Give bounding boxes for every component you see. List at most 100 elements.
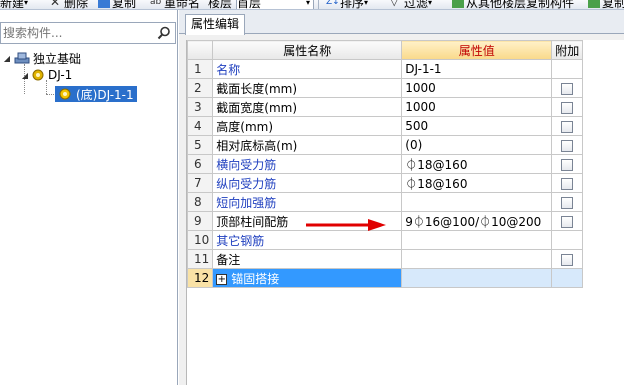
property-value-cell[interactable]: ⏀18@160 xyxy=(401,154,553,174)
attach-cell xyxy=(551,97,584,117)
header-property-name[interactable]: 属性名称 xyxy=(212,40,403,60)
property-name-cell[interactable]: 横向受力筋 xyxy=(212,154,403,174)
search-icon[interactable] xyxy=(157,26,171,40)
chevron-down-icon: ▾ xyxy=(305,0,310,7)
attach-checkbox[interactable] xyxy=(561,120,574,133)
floor-select-value: 首层 xyxy=(237,0,262,10)
property-value-cell[interactable] xyxy=(401,192,553,212)
property-name-label: 备注 xyxy=(216,252,241,267)
delete-button[interactable]: ✕ 删除 xyxy=(50,0,88,9)
search-input[interactable] xyxy=(3,25,151,41)
tab-property-edit[interactable]: 属性编辑 xyxy=(185,14,246,35)
toolbar: 新建 ▾ ✕ 删除 复制 ab 重命名 楼层 首层 ▾ Z↓ 排序 ▾ ▽ 过滤 ▾ … xyxy=(0,0,624,10)
property-value-cell[interactable]: 1000 xyxy=(401,97,553,117)
table-row[interactable]: 4 高度(mm) 500 xyxy=(186,116,584,136)
tree-node-dj1[interactable]: ◢ DJ-1 xyxy=(20,67,72,83)
copy-from-other-floor-button[interactable]: 从其他楼层复制构件 xyxy=(452,0,575,10)
row-number: 7 xyxy=(186,173,214,193)
table-row[interactable]: 12 + 锚固搭接 xyxy=(186,268,584,288)
property-name-cell[interactable]: 截面长度(mm) xyxy=(212,78,403,98)
component-tree-panel: ◢ 独立基础 ◢ DJ-1 (底)DJ-1-1 xyxy=(0,10,178,385)
table-row[interactable]: 2 截面长度(mm) 1000 xyxy=(186,78,584,98)
row-number: 11 xyxy=(186,249,214,269)
gear-icon xyxy=(59,88,71,100)
property-name-cell[interactable]: + 锚固搭接 xyxy=(212,268,403,288)
row-number: 1 xyxy=(186,59,214,79)
row-number: 5 xyxy=(186,135,214,155)
property-name-label: 顶部柱间配筋 xyxy=(216,214,289,229)
new-label: 新建 xyxy=(0,0,25,10)
property-name-cell[interactable]: 短向加强筋 xyxy=(212,192,403,212)
property-value-cell[interactable]: 500 xyxy=(401,116,553,136)
property-value-cell[interactable] xyxy=(401,249,553,269)
copy-label: 复制 xyxy=(112,0,137,10)
copy-floor-icon xyxy=(452,0,464,8)
table-row[interactable]: 11 备注 xyxy=(186,249,584,269)
property-value-cell[interactable]: 9⏀16@100/⏀10@200 xyxy=(401,211,553,231)
attach-cell xyxy=(551,59,584,79)
tree-node-dj1-1-label: (底)DJ-1-1 xyxy=(76,87,134,102)
property-name-cell[interactable]: 截面宽度(mm) xyxy=(212,97,403,117)
property-name-cell[interactable]: 相对底标高(m) xyxy=(212,135,403,155)
property-name-cell[interactable]: 名称 xyxy=(212,59,403,79)
tab-bar: 属性编辑 xyxy=(179,10,624,35)
table-row[interactable]: 3 截面宽度(mm) 1000 xyxy=(186,97,584,117)
new-button[interactable]: 新建 ▾ xyxy=(0,0,28,10)
attach-cell xyxy=(551,116,584,136)
collapse-triangle-icon[interactable]: ◢ xyxy=(20,71,30,80)
attach-checkbox[interactable] xyxy=(561,139,574,152)
filter-button[interactable]: ▽ 过滤 ▾ xyxy=(390,0,432,9)
tree-node-dj1-label: DJ-1 xyxy=(48,68,73,82)
property-name-cell[interactable]: 其它钢筋 xyxy=(212,230,403,250)
attach-checkbox[interactable] xyxy=(561,196,574,209)
floor-select[interactable]: 首层 ▾ xyxy=(236,0,314,10)
property-name-label: 截面长度(mm) xyxy=(216,81,298,96)
attach-checkbox[interactable] xyxy=(561,215,574,228)
tree-node-dj1-1[interactable]: (底)DJ-1-1 xyxy=(55,86,137,102)
collapse-triangle-icon[interactable]: ◢ xyxy=(2,54,12,63)
property-value-cell[interactable]: (0) xyxy=(401,135,553,155)
property-value-cell[interactable] xyxy=(401,268,553,288)
attach-cell xyxy=(551,78,584,98)
property-value-cell[interactable]: 1000 xyxy=(401,78,553,98)
header-property-value[interactable]: 属性值 xyxy=(401,40,553,60)
rename-button[interactable]: ab 重命名 xyxy=(150,0,201,10)
attach-cell xyxy=(551,268,584,288)
attach-checkbox[interactable] xyxy=(561,101,574,114)
property-value-cell[interactable] xyxy=(401,230,553,250)
attach-checkbox[interactable] xyxy=(561,253,574,266)
table-row[interactable]: 10 其它钢筋 xyxy=(186,230,584,250)
property-value-cell[interactable]: DJ-1-1 xyxy=(401,59,553,79)
header-attach[interactable]: 附加 xyxy=(551,40,584,60)
row-number: 6 xyxy=(186,154,214,174)
property-value-cell[interactable]: ⏀18@160 xyxy=(401,173,553,193)
attach-cell xyxy=(551,173,584,193)
attach-cell xyxy=(551,192,584,212)
attach-checkbox[interactable] xyxy=(561,158,574,171)
row-number: 3 xyxy=(186,97,214,117)
attach-checkbox[interactable] xyxy=(561,82,574,95)
expand-plus-icon[interactable]: + xyxy=(216,273,228,285)
grid-header: 属性名称 属性值 附加 xyxy=(186,40,584,60)
sort-icon: Z↓ xyxy=(326,0,340,7)
table-row[interactable]: 7 纵向受力筋 ⏀18@160 xyxy=(186,173,584,193)
copy-from-other-floor-label: 从其他楼层复制构件 xyxy=(466,0,575,10)
row-number: 2 xyxy=(186,78,214,98)
attach-cell xyxy=(551,154,584,174)
attach-cell xyxy=(551,211,584,231)
property-name-cell[interactable]: 高度(mm) xyxy=(212,116,403,136)
row-number: 9 xyxy=(186,211,214,231)
property-name-cell[interactable]: 纵向受力筋 xyxy=(212,173,403,193)
sort-button[interactable]: Z↓ 排序 ▾ xyxy=(326,0,368,9)
table-row[interactable]: 5 相对底标高(m) (0) xyxy=(186,135,584,155)
rename-label: 重命名 xyxy=(164,0,201,10)
property-name-label: 横向受力筋 xyxy=(216,157,277,172)
table-row[interactable]: 8 短向加强筋 xyxy=(186,192,584,212)
copy-button[interactable]: 复制 xyxy=(98,0,137,10)
property-name-cell[interactable]: 备注 xyxy=(212,249,403,269)
table-row[interactable]: 6 横向受力筋 ⏀18@160 xyxy=(186,154,584,174)
tree-node-root[interactable]: ◢ 独立基础 xyxy=(2,50,81,66)
copy-to-button[interactable]: 复制 xyxy=(588,0,624,9)
table-row[interactable]: 1 名称 DJ-1-1 xyxy=(186,59,584,79)
attach-checkbox[interactable] xyxy=(561,177,574,190)
